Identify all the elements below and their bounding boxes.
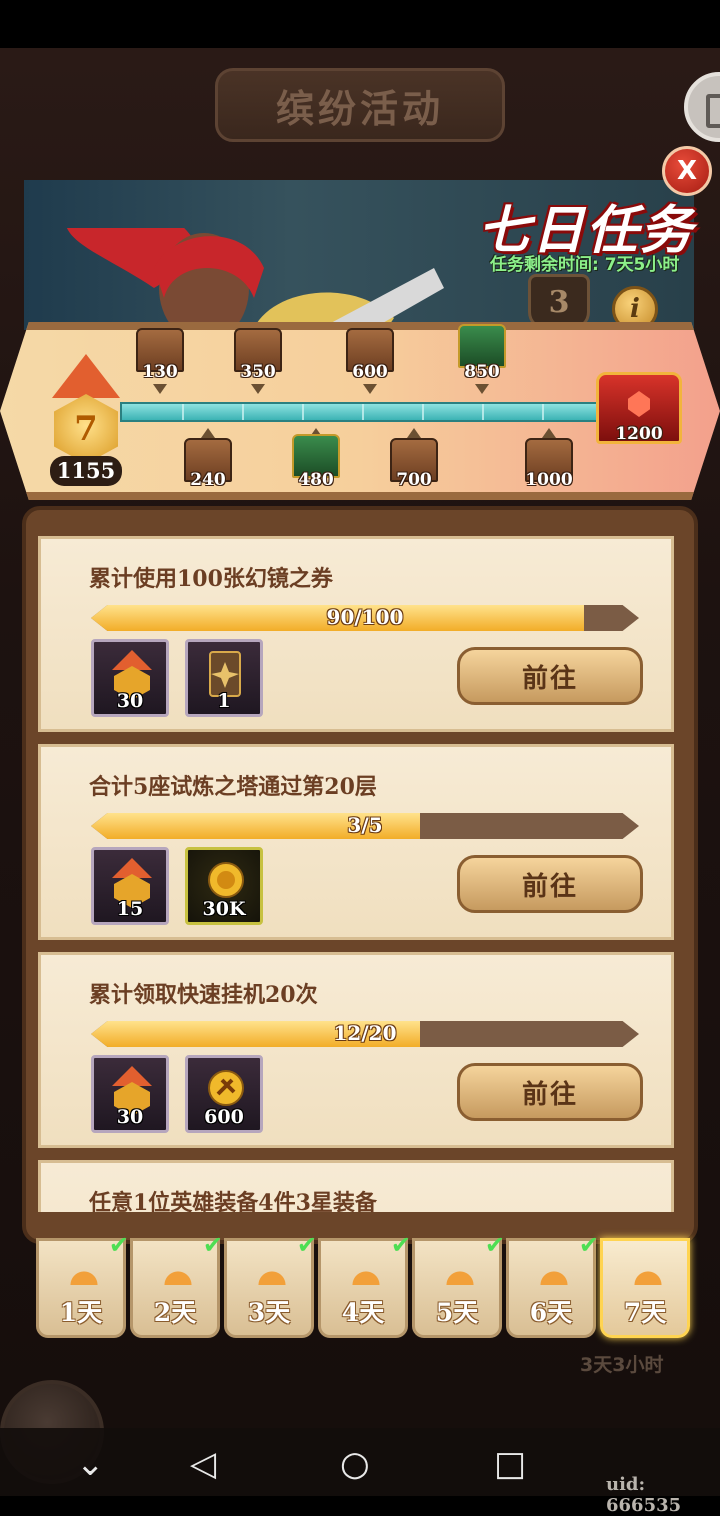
chevron-down-icon[interactable]: ⌄ [76,1444,105,1484]
milestone-pin [153,384,167,394]
day-label: 7天 [623,1298,667,1327]
task-title: 累计领取快速挂机20次 [89,982,318,1008]
day-tab-5[interactable]: 5天 ✔ [412,1231,505,1338]
task-title: 累计使用100张幻镜之券 [89,566,333,592]
task-card: 合计5座试炼之塔通过第20层 3/5 15 30K 前往 [38,744,674,940]
task-progress-text: 12/20 [333,1021,397,1045]
day-label: 3天 [247,1298,291,1327]
task-list[interactable]: 累计使用100张幻镜之券 90/100 30 1 前往 合计5座试炼之塔通过第2… [38,536,674,1212]
day-tab-2[interactable]: 2天 ✔ [130,1231,223,1338]
check-icon: ✔ [484,1231,505,1259]
reward-item[interactable]: 15 [91,847,169,925]
milestone-label: 1000 [525,470,573,490]
task-progress-bar: 3/5 [91,813,639,839]
remaining-time: 任务剩余时间: 7天5小时 [490,255,680,275]
day-label: 4天 [341,1298,385,1327]
go-button[interactable]: 前往 [457,647,643,705]
day-label: 1天 [59,1298,103,1327]
milestone-pin [363,384,377,394]
status-bar [0,0,720,48]
check-icon: ✔ [108,1231,129,1259]
reward-qty: 1 [217,690,231,712]
reward-qty: 600 [204,1106,244,1128]
task-title: 合计5座试炼之塔通过第20层 [89,774,377,800]
day-tab-3[interactable]: 3天 ✔ [224,1231,317,1338]
day-tab-4[interactable]: 4天 ✔ [318,1231,411,1338]
day-tab-1[interactable]: 1天 ✔ [36,1231,129,1338]
sunrise-icon [347,1265,385,1285]
milestone-label: 130 [142,362,178,382]
day-unlock-countdown: 3天3小时 [580,1354,664,1376]
reward-qty: 30K [202,898,246,920]
reward-qty: 15 [116,898,144,920]
reward-item[interactable]: 600 [185,1055,263,1133]
level-shield-icon: 7 [54,394,118,464]
day-label: 2天 [153,1298,197,1327]
reward-item[interactable]: 1 [185,639,263,717]
milestone-pin [407,428,421,438]
day-tabs: 1天 ✔ 2天 ✔ 3天 ✔ 4天 ✔ 5天 ✔ 6天 ✔ 7天 [30,1231,695,1342]
activity-points: 1155 [50,456,122,486]
milestone-label: 700 [396,470,432,490]
task-progress-text: 3/5 [347,813,383,837]
rank-arrow-icon [52,354,120,398]
reward-qty: 30 [116,1106,144,1128]
close-icon: X [676,156,698,186]
milestone-pin [542,428,556,438]
back-triangle-icon[interactable]: ◁ [190,1444,216,1484]
milestone-label: 850 [464,362,500,382]
reward-item[interactable]: 30 [91,639,169,717]
sunrise-icon [535,1265,573,1285]
sunrise-icon [159,1265,197,1285]
milestone-label: 480 [298,470,334,490]
day-label: 5天 [435,1298,479,1327]
level-number: 7 [74,409,98,449]
day-label: 6天 [529,1298,573,1327]
info-icon: i [630,294,640,324]
task-title: 任意1位英雄装备4件3星装备 [89,1190,377,1212]
go-button[interactable]: 前往 [457,855,643,913]
hero-illustration [67,228,444,330]
milestone-label: 600 [352,362,388,382]
page-title: 缤纷活动 [275,85,444,131]
task-progress-bar: 90/100 [91,605,639,631]
header-title-plate: 缤纷活动 [215,68,505,142]
task-card: 任意1位英雄装备4件3星装备 [38,1160,674,1212]
milestone-pin [251,384,265,394]
reward-qty: 30 [116,690,144,712]
sunrise-icon [629,1265,667,1285]
task-card: 累计使用100张幻镜之券 90/100 30 1 前往 [38,536,674,732]
milestone-pin [201,428,215,438]
task-progress-text: 90/100 [326,605,404,629]
milestone-label: 240 [190,470,226,490]
day-tab-7[interactable]: 7天 [600,1238,690,1338]
sunrise-icon [441,1265,479,1285]
home-circle-icon[interactable]: ○ [340,1444,370,1484]
recents-square-icon[interactable]: □ [494,1444,526,1484]
milestone-progress-bar [120,402,605,422]
task-progress-bar: 12/20 [91,1021,639,1047]
sunrise-icon [65,1265,103,1285]
check-icon: ✔ [578,1231,599,1259]
check-icon: ✔ [202,1231,223,1259]
final-milestone-label: 1200 [615,424,663,444]
check-icon: ✔ [390,1231,411,1259]
reward-item[interactable]: 30K [185,847,263,925]
day-tab-6[interactable]: 6天 ✔ [506,1231,599,1338]
user-id: uid: 666535 [606,1474,682,1516]
current-day-badge: 3 [528,274,590,330]
check-icon: ✔ [296,1231,317,1259]
sunrise-icon [253,1265,291,1285]
milestone-pin [475,384,489,394]
reward-item[interactable]: 30 [91,1055,169,1133]
task-card: 累计领取快速挂机20次 12/20 30 600 前往 [38,952,674,1148]
go-button[interactable]: 前往 [457,1063,643,1121]
milestone-label: 350 [240,362,276,382]
